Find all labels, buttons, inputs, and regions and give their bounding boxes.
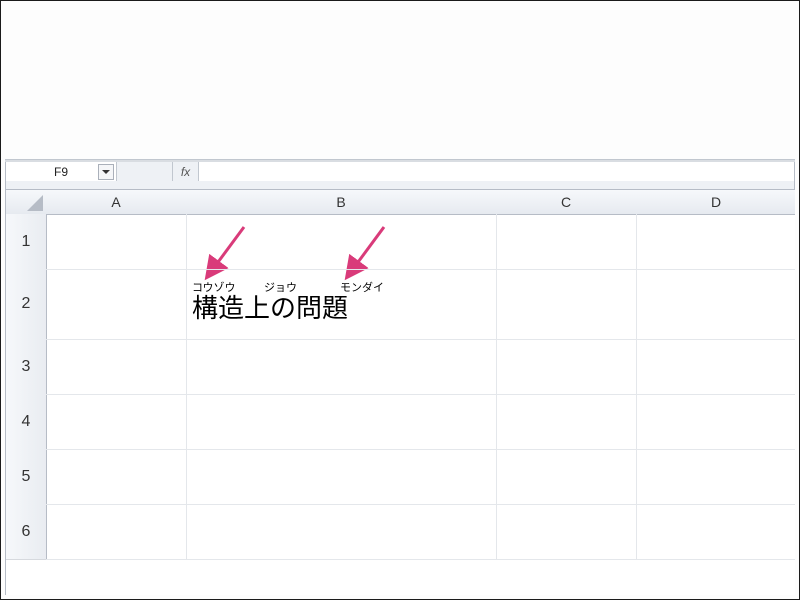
cell-D6[interactable] bbox=[636, 504, 795, 560]
cell-A2[interactable] bbox=[46, 269, 187, 340]
cell-B4[interactable] bbox=[186, 394, 497, 450]
cell-A6[interactable] bbox=[46, 504, 187, 560]
cell-A4[interactable] bbox=[46, 394, 187, 450]
cell-D4[interactable] bbox=[636, 394, 795, 450]
name-box[interactable]: F9 bbox=[6, 162, 117, 182]
select-all-corner[interactable] bbox=[6, 190, 47, 215]
row-header-6[interactable]: 6 bbox=[6, 504, 47, 560]
row-header-4[interactable]: 4 bbox=[6, 394, 47, 450]
cell-C6[interactable] bbox=[496, 504, 637, 560]
formula-input[interactable] bbox=[199, 162, 794, 182]
column-header-a[interactable]: A bbox=[46, 190, 187, 215]
row-header-5[interactable]: 5 bbox=[6, 449, 47, 505]
name-box-value: F9 bbox=[54, 165, 68, 179]
column-header-d[interactable]: D bbox=[636, 190, 795, 215]
cell-C2[interactable] bbox=[496, 269, 637, 340]
row-header-2[interactable]: 2 bbox=[6, 269, 47, 340]
cell-D3[interactable] bbox=[636, 339, 795, 395]
cell-C5[interactable] bbox=[496, 449, 637, 505]
cell-C3[interactable] bbox=[496, 339, 637, 395]
chevron-down-icon[interactable] bbox=[98, 164, 114, 180]
cell-B1[interactable] bbox=[186, 214, 497, 270]
formula-bar-spacer bbox=[117, 162, 173, 182]
cell-B5[interactable] bbox=[186, 449, 497, 505]
cell-D2[interactable] bbox=[636, 269, 795, 340]
row-header-3[interactable]: 3 bbox=[6, 339, 47, 395]
row-header-1[interactable]: 1 bbox=[6, 214, 47, 270]
cell-A1[interactable] bbox=[46, 214, 187, 270]
column-header-b[interactable]: B bbox=[186, 190, 497, 215]
cell-D5[interactable] bbox=[636, 449, 795, 505]
cell-b2-text: 構造上の問題 bbox=[192, 295, 348, 321]
formula-bar: F9 fx bbox=[5, 159, 795, 181]
column-header-c[interactable]: C bbox=[496, 190, 637, 215]
cell-A3[interactable] bbox=[46, 339, 187, 395]
cell-C4[interactable] bbox=[496, 394, 637, 450]
cell-A5[interactable] bbox=[46, 449, 187, 505]
spreadsheet-grid[interactable]: ABCD123456コウゾウジョウモンダイ構造上の問題 bbox=[5, 189, 795, 595]
cell-B3[interactable] bbox=[186, 339, 497, 395]
cell-B6[interactable] bbox=[186, 504, 497, 560]
fx-icon[interactable]: fx bbox=[173, 162, 199, 182]
cell-D1[interactable] bbox=[636, 214, 795, 270]
cell-C1[interactable] bbox=[496, 214, 637, 270]
